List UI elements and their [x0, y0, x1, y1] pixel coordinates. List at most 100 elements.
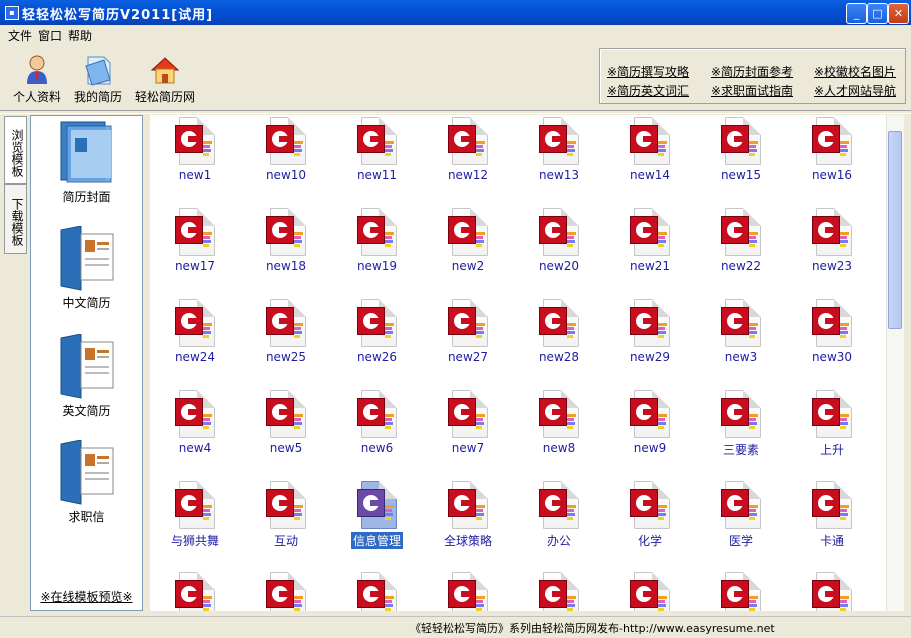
template-label: new14	[629, 168, 671, 182]
close-button[interactable]: ✕	[888, 3, 909, 24]
user-icon	[21, 54, 53, 86]
link-interview-guide[interactable]: ※求职面试指南	[711, 82, 793, 99]
category-cover-letter[interactable]: 求职信	[31, 439, 142, 525]
template-icon	[357, 390, 397, 438]
template-icon	[812, 299, 852, 347]
category-english[interactable]: 英文简历	[31, 333, 142, 419]
profile-button[interactable]: 个人资料	[10, 54, 64, 105]
template-item[interactable]: new16	[787, 117, 877, 182]
minimize-button[interactable]: _	[846, 3, 867, 24]
template-item[interactable]: new11	[332, 117, 422, 182]
template-item[interactable]: new10	[241, 117, 331, 182]
template-icon	[175, 481, 215, 529]
template-item[interactable]: new4	[150, 390, 240, 455]
template-item[interactable]: new5	[241, 390, 331, 455]
template-icon	[812, 390, 852, 438]
template-item[interactable]: new19	[332, 208, 422, 273]
template-item[interactable]: new14	[605, 117, 695, 182]
template-icon	[721, 208, 761, 256]
template-item[interactable]	[332, 572, 422, 611]
home-icon	[149, 54, 181, 86]
template-item[interactable]: 互动	[241, 481, 331, 549]
link-english-vocab[interactable]: ※简历英文词汇	[607, 82, 689, 99]
template-item[interactable]: new8	[514, 390, 604, 455]
template-item[interactable]: new20	[514, 208, 604, 273]
scrollbar-thumb[interactable]	[888, 131, 902, 329]
template-item[interactable]: new3	[696, 299, 786, 364]
tab-download-templates[interactable]: 下载模板	[4, 184, 27, 254]
link-school-badges[interactable]: ※校徽校名图片	[814, 63, 896, 80]
template-item[interactable]: 上升	[787, 390, 877, 458]
link-cover-reference[interactable]: ※简历封面参考	[711, 63, 793, 80]
template-item[interactable]: new26	[332, 299, 422, 364]
template-item[interactable]	[423, 572, 513, 611]
template-icon	[357, 572, 397, 611]
template-item[interactable]: new27	[423, 299, 513, 364]
status-text: 《轻轻松松写简历》系列由轻松简历网发布-http://www.easyresum…	[410, 622, 775, 635]
template-item[interactable]: new24	[150, 299, 240, 364]
template-item[interactable]: new29	[605, 299, 695, 364]
template-item[interactable]	[150, 572, 240, 611]
template-item[interactable]	[696, 572, 786, 611]
template-icon	[721, 572, 761, 611]
vertical-scrollbar[interactable]	[886, 115, 904, 611]
template-item[interactable]: 全球策略	[423, 481, 513, 549]
template-item[interactable]: new22	[696, 208, 786, 273]
template-item[interactable]: new7	[423, 390, 513, 455]
template-item[interactable]: 办公	[514, 481, 604, 549]
template-label: new21	[629, 259, 671, 273]
maximize-button[interactable]: □	[867, 3, 888, 24]
category-label: 求职信	[68, 510, 105, 524]
template-item[interactable]: new23	[787, 208, 877, 273]
template-item[interactable]	[787, 572, 877, 611]
template-item[interactable]	[241, 572, 331, 611]
template-item[interactable]: 与狮共舞	[150, 481, 240, 549]
template-item[interactable]: new30	[787, 299, 877, 364]
template-icon	[630, 208, 670, 256]
template-item[interactable]: new2	[423, 208, 513, 273]
template-label: 全球策略	[443, 534, 492, 548]
link-writing-guide[interactable]: ※简历撰写攻略	[607, 63, 689, 80]
category-label: 简历封面	[62, 190, 111, 204]
template-icon	[448, 208, 488, 256]
menu-file[interactable]: 文件	[8, 27, 32, 44]
site-button[interactable]: 轻松简历网	[132, 54, 198, 105]
template-item[interactable]	[605, 572, 695, 611]
template-label: 与狮共舞	[170, 534, 219, 548]
menu-help[interactable]: 帮助	[68, 27, 92, 44]
category-chinese[interactable]: 中文简历	[31, 225, 142, 311]
template-label: new8	[542, 441, 576, 455]
template-item[interactable]: 三要素	[696, 390, 786, 458]
template-item[interactable]: new15	[696, 117, 786, 182]
template-icon	[266, 572, 306, 611]
template-item[interactable]: new1	[150, 117, 240, 182]
template-icon	[630, 117, 670, 165]
template-item[interactable]: new17	[150, 208, 240, 273]
template-item[interactable]: new25	[241, 299, 331, 364]
template-icon	[266, 208, 306, 256]
template-label: new27	[447, 350, 489, 364]
template-icon	[812, 208, 852, 256]
template-item[interactable]: new13	[514, 117, 604, 182]
template-label: 信息管理	[350, 532, 403, 549]
template-item[interactable]: 卡通	[787, 481, 877, 549]
template-icon	[721, 299, 761, 347]
template-item[interactable]: new28	[514, 299, 604, 364]
template-item[interactable]	[514, 572, 604, 611]
template-item[interactable]: new12	[423, 117, 513, 182]
tab-browse-templates[interactable]: 浏览模板	[4, 116, 27, 184]
template-item[interactable]: new21	[605, 208, 695, 273]
category-cover[interactable]: 简历封面	[31, 120, 142, 205]
template-item[interactable]: new18	[241, 208, 331, 273]
template-item[interactable]: new9	[605, 390, 695, 455]
app-icon[interactable]: ▪	[5, 6, 19, 20]
template-item[interactable]: new6	[332, 390, 422, 455]
link-job-sites[interactable]: ※人才网站导航	[814, 82, 896, 99]
menu-window[interactable]: 窗口	[38, 27, 62, 44]
online-preview-link[interactable]: ※在线模板预览※	[31, 588, 142, 605]
template-item[interactable]: 化学	[605, 481, 695, 549]
my-resume-button[interactable]: 我的简历	[72, 54, 124, 105]
template-label: new10	[265, 168, 307, 182]
template-item[interactable]: 医学	[696, 481, 786, 549]
template-item[interactable]: 信息管理	[332, 481, 422, 549]
